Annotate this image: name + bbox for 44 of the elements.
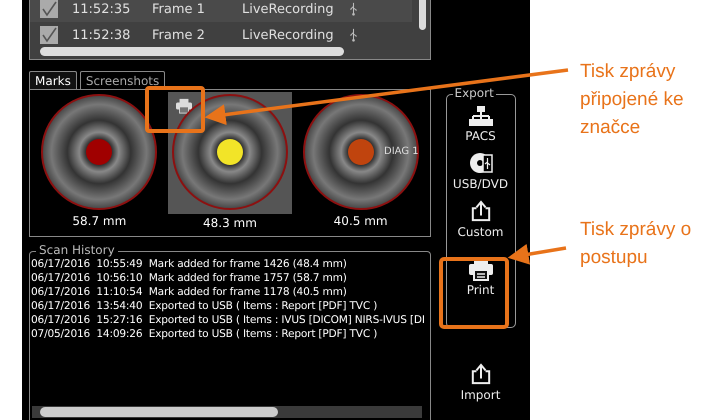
callout-arrow [508, 244, 566, 265]
mark-thumbnail[interactable]: 58.7 mm [37, 92, 162, 228]
tab[interactable]: Marks [29, 71, 77, 89]
mark-thumbnail[interactable]: DIAG 1 40.5 mm [298, 92, 423, 228]
checkbox[interactable] [40, 26, 58, 44]
distance-label: 48.3 mm [168, 214, 292, 230]
usb-icon [350, 28, 357, 42]
export-button[interactable]: PACS [448, 103, 512, 145]
frame-cell-text: Frame 2 [152, 28, 206, 42]
source-cell-text: LiveRecording [242, 28, 335, 42]
distance-label: 40.5 mm [334, 214, 388, 228]
history-entry: 06/17/2016 11:10:54 Mark added for frame 1178 (40.5 mm) [31, 285, 348, 299]
group-title: Export [452, 86, 496, 100]
usb-icon [350, 2, 357, 16]
frame-cell-text: Frame 1 [152, 2, 206, 16]
history-entry: 06/17/2016 15:27:16 Exported to USB ( Items : IVUS [DICOM] NIRS-IVUS [DI [31, 313, 426, 327]
mark-label: DIAG 1 [384, 146, 419, 157]
scrollbar[interactable] [40, 47, 344, 56]
network-icon [468, 105, 492, 127]
callout-text: Tisk zprávy připojené ke značce [580, 60, 685, 140]
history-entry: 06/17/2016 10:56:10 Mark added for frame 1757 (58.7 mm) [31, 271, 348, 285]
source-cell-text: LiveRecording [242, 2, 335, 16]
callout-text: Tisk zprávy o postupu [580, 218, 692, 270]
import-button[interactable]: Import [448, 360, 512, 404]
export-button[interactable]: Print [448, 255, 512, 299]
history-entry: 06/17/2016 13:54:40 Exported to USB ( Items : Report [PDF] TVC ) [31, 299, 378, 313]
panel-title: Scan History [36, 243, 118, 257]
checkbox[interactable] [40, 0, 58, 18]
import-icon [470, 362, 490, 386]
scrollbar[interactable] [32, 406, 422, 418]
highlight-frame [439, 257, 509, 329]
time-cell-text: 11:52:38 [72, 28, 132, 42]
mark-thumbnail[interactable]: 48.3 mm [168, 92, 292, 230]
export-button[interactable]: Custom [448, 197, 512, 241]
tab[interactable]: Screenshots [80, 71, 166, 89]
time-cell-text: 11:52:35 [72, 2, 132, 16]
distance-label: 58.7 mm [72, 214, 126, 228]
disc-usb-icon [468, 151, 492, 175]
scrollbar[interactable] [419, 0, 426, 30]
upload-icon [470, 199, 490, 223]
export-button[interactable]: USB/DVD [448, 149, 512, 193]
highlight-frame [145, 86, 205, 133]
history-entry: 07/05/2016 14:09:26 Exported to USB ( Items : Report [PDF] TVC ) [31, 327, 378, 341]
history-entry: 06/17/2016 10:55:49 Mark added for frame 1426 (48.4 mm) [31, 257, 348, 271]
